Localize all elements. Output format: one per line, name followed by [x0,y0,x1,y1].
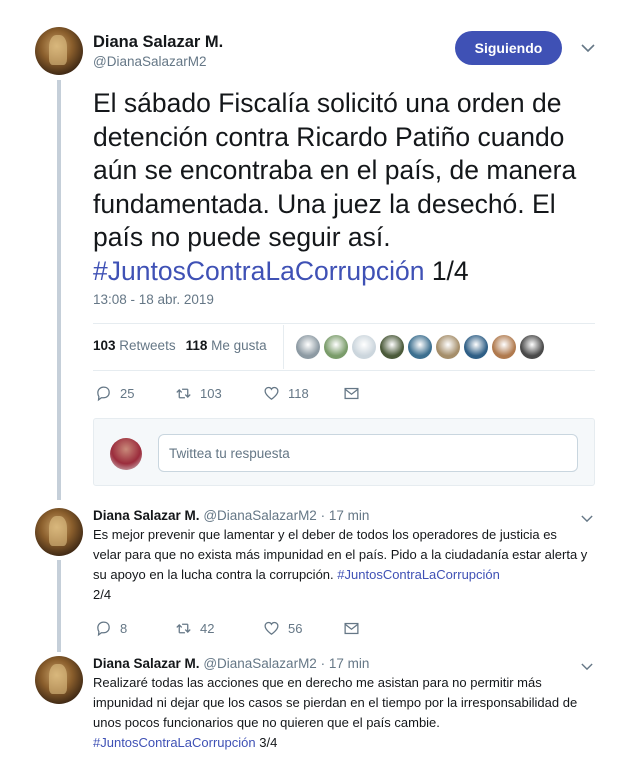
reply-composer: Twittea tu respuesta [93,418,595,486]
retweet-icon [176,388,191,399]
divider [93,323,595,324]
tweet-timestamp[interactable]: 13:08 - 18 abr. 2019 [93,292,214,307]
author-handle[interactable]: @DianaSalazarM2 [93,54,207,69]
heart-icon [264,621,279,635]
tweet-time[interactable]: · 17 min [321,656,370,671]
retweet-button[interactable]: 103 [175,385,263,402]
reply-icon [97,621,110,637]
tweet-header: Diana Salazar M. @DianaSalazarM2 · 17 mi… [93,656,369,671]
likes-stat[interactable]: 118 Me gusta [186,338,267,353]
chevron-down-icon[interactable] [581,660,593,674]
liker-avatar[interactable] [296,335,320,359]
tweet-actions: 8 42 56 [95,620,360,637]
reply-icon [97,386,110,402]
tweet-text: Realizaré todas las acciones que en dere… [93,675,578,750]
avatar [110,438,142,470]
hashtag-link[interactable]: #JuntosContraLaCorrupción [93,735,256,750]
liker-avatar[interactable] [352,335,376,359]
liker-avatar[interactable] [436,335,460,359]
avatar[interactable] [35,656,83,704]
author-name[interactable]: Diana Salazar M. [93,656,200,671]
liker-avatar[interactable] [492,335,516,359]
divider [93,370,595,371]
liker-avatar[interactable] [464,335,488,359]
retweet-icon [176,623,191,634]
like-button[interactable]: 56 [263,620,343,637]
chevron-down-icon[interactable] [581,512,593,526]
engagement-stats: 103 Retweets 118 Me gusta [93,338,267,353]
tweet-actions: 25 103 118 [95,385,360,402]
direct-message-button[interactable] [343,385,360,402]
liker-avatar[interactable] [324,335,348,359]
chevron-down-icon[interactable] [581,42,595,56]
hashtag-link[interactable]: #JuntosContraLaCorrupción [93,256,424,286]
reply-button[interactable]: 25 [95,385,175,402]
following-button[interactable]: Siguiendo [455,31,562,65]
envelope-icon [344,387,359,400]
heart-icon [264,386,279,400]
tweet-text: El sábado Fiscalía solicitó una orden de… [93,88,577,286]
reply-input[interactable]: Twittea tu respuesta [158,434,578,472]
envelope-icon [344,622,359,635]
liker-avatars [296,335,544,359]
avatar[interactable] [35,508,83,556]
retweets-stat[interactable]: 103 Retweets [93,338,176,353]
tweet-header: Diana Salazar M. @DianaSalazarM2 · 17 mi… [93,508,369,523]
liker-avatar[interactable] [520,335,544,359]
reply-button[interactable]: 8 [95,620,175,637]
author-name[interactable]: Diana Salazar M. [93,33,223,52]
thread-line [57,560,61,652]
author-name[interactable]: Diana Salazar M. [93,508,200,523]
hashtag-link[interactable]: #JuntosContraLaCorrupción [337,567,500,582]
thread-line [57,80,61,500]
author-handle[interactable]: @DianaSalazarM2 [203,508,317,523]
tweet-time[interactable]: · 17 min [321,508,370,523]
like-button[interactable]: 118 [263,385,343,402]
liker-avatar[interactable] [408,335,432,359]
direct-message-button[interactable] [343,620,360,637]
divider [283,325,284,369]
liker-avatar[interactable] [380,335,404,359]
retweet-button[interactable]: 42 [175,620,263,637]
avatar[interactable] [35,27,83,75]
tweet-text: Es mejor prevenir que lamentar y el debe… [93,527,588,602]
author-handle[interactable]: @DianaSalazarM2 [203,656,317,671]
